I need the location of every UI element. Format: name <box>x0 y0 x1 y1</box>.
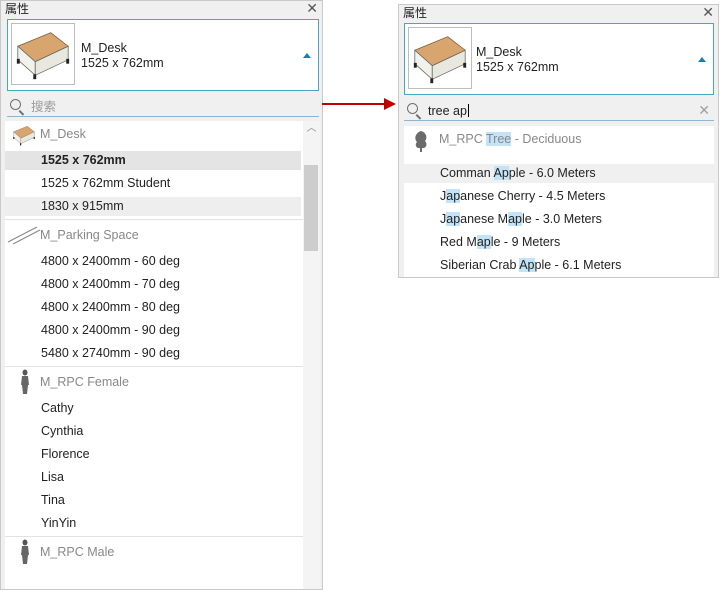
search-value: tree ap <box>428 104 467 118</box>
search-underline <box>7 116 319 117</box>
type-selector[interactable]: M_Desk 1525 x 762mm <box>404 23 714 95</box>
search-field[interactable]: tree ap ✕ <box>404 101 714 121</box>
desk-thumbnail <box>11 23 75 85</box>
type-list-item[interactable]: 1830 x 915mm <box>5 197 301 216</box>
type-list-item[interactable]: 4800 x 2400mm - 90 deg <box>5 321 301 340</box>
type-list-item[interactable]: Lisa <box>5 468 301 487</box>
type-list-item[interactable]: 5480 x 2740mm - 90 deg <box>5 344 301 363</box>
group-name: M_Parking Space <box>40 228 139 242</box>
type-name: M_Desk <box>81 41 127 55</box>
list-scrollbar[interactable]: ︿ <box>303 121 320 589</box>
item-text: Siberian Crab <box>440 258 520 272</box>
scroll-up-icon[interactable]: ︿ <box>303 123 320 135</box>
search-match-highlight: Tree <box>486 132 512 146</box>
item-text: ple - 6.1 Meters <box>534 258 622 272</box>
group-name-part: M_RPC <box>439 132 487 146</box>
type-name: M_Desk <box>476 45 522 59</box>
search-match-highlight: ap <box>508 212 523 226</box>
dropdown-arrow-icon[interactable] <box>303 53 311 58</box>
search-underline <box>404 120 714 121</box>
person-icon <box>19 369 31 400</box>
group-name: M_RPC Female <box>40 375 129 389</box>
type-list: M_Desk 1525 x 762mm 1525 x 762mm Student 18… <box>5 121 303 589</box>
filtered-list-item[interactable]: Red Maple - 9 Meters <box>404 233 714 252</box>
search-match-highlight: Ap <box>493 166 509 180</box>
search-icon <box>407 103 418 114</box>
type-size: 1525 x 762mm <box>476 60 559 74</box>
group-name: M_RPC Tree - Deciduous <box>439 131 581 147</box>
properties-panel-before: 属性 ✕ M_Desk 1525 x 762mm 搜索 M_Desk 1525 x… <box>0 0 323 590</box>
parking-space-icon <box>7 225 41 250</box>
group-separator <box>5 536 303 537</box>
search-match-highlight: ap <box>446 189 461 203</box>
desk-thumbnail <box>408 27 472 89</box>
type-size: 1525 x 762mm <box>81 56 164 70</box>
search-input[interactable]: tree ap <box>428 103 469 119</box>
close-icon[interactable]: ✕ <box>306 1 318 16</box>
filtered-list-item[interactable]: Japanese Cherry - 4.5 Meters <box>404 187 714 206</box>
type-list-item[interactable]: Cathy <box>5 399 301 418</box>
search-match-highlight: ap <box>476 235 491 249</box>
panel-titlebar: 属性 ✕ <box>399 5 718 21</box>
text-caret <box>467 104 469 117</box>
group-header: M_RPC Female <box>5 369 303 395</box>
type-list-item[interactable]: 4800 x 2400mm - 70 deg <box>5 275 301 294</box>
filtered-list-item[interactable]: Siberian Crab Apple - 6.1 Meters <box>404 256 714 275</box>
panel-titlebar: 属性 ✕ <box>1 1 322 17</box>
transition-arrow-icon <box>322 98 396 110</box>
filtered-type-list: M_RPC Tree - Deciduous Comman Apple - 6.0… <box>404 126 714 277</box>
group-name: M_RPC Male <box>40 545 115 559</box>
item-text: Red M <box>440 235 477 249</box>
search-field[interactable]: 搜索 <box>7 97 319 117</box>
item-text: anese Cherry - 4.5 Meters <box>460 189 606 203</box>
group-header: M_Desk <box>5 121 303 147</box>
group-name-part: - Deciduous <box>511 132 582 146</box>
type-selector[interactable]: M_Desk 1525 x 762mm <box>7 19 319 91</box>
group-header: M_RPC Male <box>5 539 303 565</box>
search-match-highlight: Ap <box>519 258 535 272</box>
scroll-thumb[interactable] <box>304 165 318 251</box>
type-list-item[interactable]: 4800 x 2400mm - 80 deg <box>5 298 301 317</box>
search-input[interactable]: 搜索 <box>31 99 56 115</box>
panel-title: 属性 <box>5 2 30 16</box>
person-icon <box>19 539 31 570</box>
type-list-item[interactable]: Cynthia <box>5 422 301 441</box>
group-name: M_Desk <box>40 127 86 141</box>
type-list-item[interactable]: Florence <box>5 445 301 464</box>
group-separator <box>5 219 303 220</box>
item-text: le - 9 Meters <box>490 235 561 249</box>
close-icon[interactable]: ✕ <box>702 5 714 20</box>
type-list-item[interactable]: Tina <box>5 491 301 510</box>
item-text: ple - 6.0 Meters <box>508 166 596 180</box>
item-text: Comman <box>440 166 494 180</box>
item-text: le - 3.0 Meters <box>522 212 602 226</box>
filtered-list-item[interactable]: Comman Apple - 6.0 Meters <box>404 164 714 183</box>
type-list-item[interactable]: 4800 x 2400mm - 60 deg <box>5 252 301 271</box>
properties-panel-after: 属性 ✕ M_Desk 1525 x 762mm tree ap ✕ M_RPC… <box>398 4 719 278</box>
group-header: M_RPC Tree - Deciduous <box>404 126 714 152</box>
search-match-highlight: ap <box>446 212 461 226</box>
tree-icon <box>412 129 430 158</box>
type-list-item[interactable]: 1525 x 762mm Student <box>5 174 301 193</box>
clear-search-icon[interactable]: ✕ <box>698 102 710 118</box>
filtered-list-item[interactable]: Japanese Maple - 3.0 Meters <box>404 210 714 229</box>
type-list-item[interactable]: 1525 x 762mm <box>5 151 301 170</box>
type-list-item[interactable]: YinYin <box>5 514 301 533</box>
dropdown-arrow-icon[interactable] <box>698 57 706 62</box>
desk-icon <box>9 123 39 152</box>
panel-title: 属性 <box>403 6 428 20</box>
group-header: M_Parking Space <box>5 222 303 248</box>
group-separator <box>5 366 303 367</box>
item-text: anese M <box>460 212 509 226</box>
search-icon <box>10 99 21 110</box>
